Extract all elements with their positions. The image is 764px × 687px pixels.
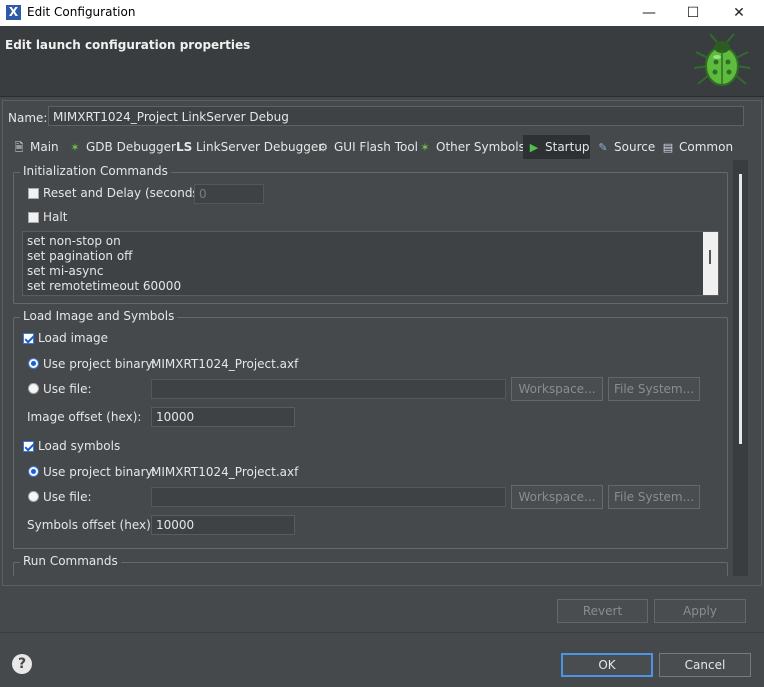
- tab-gdb-debugger[interactable]: ✶ GDB Debugger: [68, 135, 176, 159]
- apply-button[interactable]: Apply: [654, 599, 746, 623]
- content-scrollbar[interactable]: [733, 160, 748, 576]
- run-commands-group: Run Commands: [13, 554, 728, 576]
- group-label: Load Image and Symbols: [20, 309, 178, 323]
- image-use-project-radio[interactable]: [28, 358, 39, 369]
- halt-label: Halt: [43, 210, 68, 224]
- load-image-checkbox[interactable]: [23, 333, 34, 344]
- bug-small-icon: ✶: [420, 141, 430, 154]
- tab-label: Main: [30, 140, 59, 154]
- tab-bar: 🗎 Main ✶ GDB Debugger LS LinkServer Debugge…: [8, 135, 743, 159]
- bug-small-icon: ✶: [70, 141, 80, 154]
- command-line: set mi-async: [27, 264, 104, 278]
- tab-common[interactable]: ▤ Common: [661, 135, 733, 159]
- reset-delay-checkbox[interactable]: [28, 188, 39, 199]
- tab-label: LinkServer Debugger: [196, 140, 324, 154]
- window-title: Edit Configuration: [27, 5, 136, 19]
- symbols-project-binary: MIMXRT1024_Project.axf: [151, 465, 299, 479]
- tab-startup[interactable]: ▶ Startup: [523, 135, 590, 159]
- image-project-binary: MIMXRT1024_Project.axf: [151, 357, 299, 371]
- header-title: Edit launch configuration properties: [5, 38, 251, 52]
- common-icon: ▤: [662, 141, 674, 154]
- group-label: Run Commands: [20, 554, 121, 568]
- window-titlebar: X Edit Configuration — ☐ ✕: [0, 0, 764, 26]
- load-symbols-checkbox[interactable]: [23, 441, 34, 452]
- tab-label: GUI Flash Tool: [334, 140, 419, 154]
- command-line: set remotetimeout 60000: [27, 279, 182, 293]
- tab-label: GDB Debugger: [86, 140, 176, 154]
- textarea-scrollbar[interactable]: [703, 232, 718, 295]
- image-use-project-label: Use project binary:: [43, 357, 156, 371]
- tab-other-symbols[interactable]: ✶ Other Symbols: [418, 135, 525, 159]
- load-image-symbols-group: Load Image and Symbols: [13, 309, 728, 549]
- tab-main[interactable]: 🗎 Main: [12, 135, 59, 159]
- tab-gui-flash-tool[interactable]: ⚙ GUI Flash Tool: [316, 135, 418, 159]
- scrollbar-thumb[interactable]: [739, 174, 742, 444]
- load-image-label: Load image: [38, 331, 108, 345]
- minimize-button[interactable]: —: [626, 0, 672, 26]
- halt-checkbox[interactable]: [28, 212, 39, 223]
- close-button[interactable]: ✕: [716, 0, 762, 26]
- symbols-file-input[interactable]: [151, 487, 506, 507]
- group-label: Initialization Commands: [20, 164, 171, 178]
- name-input[interactable]: MIMXRT1024_Project LinkServer Debug: [48, 106, 744, 126]
- init-commands-textarea[interactable]: set non-stop on set pagination off set m…: [22, 231, 719, 296]
- load-symbols-label: Load symbols: [38, 439, 121, 453]
- reset-delay-input[interactable]: 0: [194, 184, 264, 204]
- source-icon: ✎: [598, 141, 608, 154]
- image-offset-label: Image offset (hex):: [27, 410, 142, 424]
- symbols-workspace-button[interactable]: Workspace...: [511, 485, 603, 509]
- ok-button[interactable]: OK: [561, 653, 653, 677]
- tab-label: Source: [614, 140, 656, 154]
- command-line: set non-stop on: [27, 234, 121, 248]
- dialog-header: Edit launch configuration properties: [0, 26, 764, 97]
- symbols-use-file-radio[interactable]: [28, 491, 39, 502]
- app-icon: X: [6, 5, 21, 20]
- symbols-offset-label: Symbols offset (hex):: [27, 518, 155, 532]
- tab-linkserver-debugger[interactable]: LS LinkServer Debugger: [176, 135, 323, 159]
- image-use-file-radio[interactable]: [28, 383, 39, 394]
- command-line: set pagination off: [27, 249, 133, 263]
- revert-button[interactable]: Revert: [557, 599, 648, 623]
- symbols-use-project-radio[interactable]: [28, 466, 39, 477]
- image-offset-input[interactable]: 10000: [151, 407, 295, 427]
- scrollbar-thumb[interactable]: [709, 250, 711, 264]
- tab-source[interactable]: ✎ Source: [596, 135, 655, 159]
- tab-label: Other Symbols: [436, 140, 525, 154]
- reset-delay-label: Reset and Delay (seconds):: [43, 186, 208, 200]
- play-icon: ▶: [529, 141, 539, 154]
- symbols-use-file-label: Use file:: [43, 490, 92, 504]
- chip-icon: ⚙: [318, 141, 328, 154]
- symbols-filesystem-button[interactable]: File System...: [608, 485, 700, 509]
- maximize-button[interactable]: ☐: [670, 0, 716, 26]
- document-icon: 🗎: [14, 141, 24, 154]
- startup-content: Initialization Commands Reset and Delay …: [8, 160, 745, 576]
- tab-label: Common: [679, 140, 734, 154]
- image-filesystem-button[interactable]: File System...: [608, 377, 700, 401]
- symbols-offset-input[interactable]: 10000: [151, 515, 295, 535]
- tab-label: Startup: [545, 140, 590, 154]
- help-icon[interactable]: ?: [12, 654, 32, 674]
- ls-icon: LS: [176, 140, 193, 154]
- divider: [0, 632, 764, 633]
- cancel-button[interactable]: Cancel: [659, 653, 751, 677]
- symbols-use-project-label: Use project binary:: [43, 465, 156, 479]
- name-label: Name:: [8, 111, 48, 125]
- image-workspace-button[interactable]: Workspace...: [511, 377, 603, 401]
- image-file-input[interactable]: [151, 379, 506, 399]
- image-use-file-label: Use file:: [43, 382, 92, 396]
- bug-icon: [693, 33, 751, 86]
